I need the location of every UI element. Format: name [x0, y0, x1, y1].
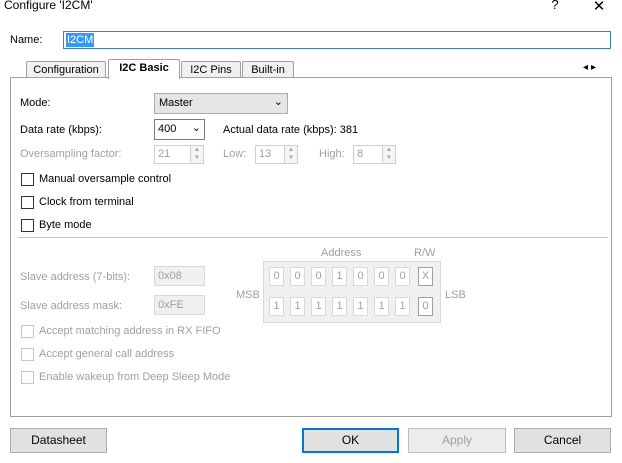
slave-address-label: Slave address (7-bits): [20, 271, 131, 283]
bit-cell: 0 [269, 267, 284, 286]
bit-cell: 1 [332, 267, 347, 286]
title-bar: Configure 'I2CM' ? ✕ [0, 0, 622, 15]
rw-bit-cell: X [418, 267, 433, 286]
name-value: I2CM [66, 33, 95, 47]
slave-mask-value: 0xFE [158, 299, 184, 311]
chevron-down-icon: ⌄ [273, 96, 283, 108]
cancel-button[interactable]: Cancel [514, 428, 611, 453]
bit-cell: 1 [353, 297, 368, 316]
address-header: Address [321, 247, 362, 259]
window-title: Configure 'I2CM' [4, 0, 93, 12]
oversampling-spinner[interactable]: 21 ▲ ▼ [154, 145, 204, 164]
clock-from-terminal-label: Clock from terminal [39, 196, 134, 208]
bit-cell: 0 [353, 267, 368, 286]
byte-mode-checkbox[interactable] [21, 219, 34, 232]
tab-strip: Configuration I2C Basic I2C Pins Built-i… [10, 59, 610, 79]
name-label: Name: [10, 34, 43, 46]
low-value: 13 [259, 148, 272, 160]
bit-cell: 0 [290, 267, 305, 286]
bit-cell: 1 [269, 297, 284, 316]
byte-mode-label: Byte mode [39, 219, 92, 231]
spinner-arrows-icon[interactable]: ▲ ▼ [382, 146, 395, 163]
address-bit-grid: 0 0 0 1 0 0 0 X 1 1 1 1 1 1 1 0 [263, 261, 441, 323]
high-value: 8 [357, 148, 364, 160]
tab-scroll-right-icon[interactable]: ▸ [591, 62, 599, 73]
slave-address-field: 0x08 [154, 266, 205, 286]
datasheet-button[interactable]: Datasheet [10, 428, 107, 453]
mode-value: Master [159, 97, 193, 109]
bit-cell: 0 [395, 267, 410, 286]
manual-oversample-checkbox[interactable] [21, 173, 34, 186]
mode-label: Mode: [20, 97, 51, 109]
name-input[interactable]: I2CM [63, 31, 611, 49]
rw-header: R/W [414, 247, 436, 259]
spinner-arrows-icon[interactable]: ▲ ▼ [284, 146, 297, 163]
mode-select[interactable]: Master ⌄ [154, 93, 288, 114]
tab-i2c-pins[interactable]: I2C Pins [181, 61, 241, 78]
bit-cell: 1 [332, 297, 347, 316]
actual-data-rate: Actual data rate (kbps): 381 [223, 124, 359, 136]
rw-bit-cell: 0 [418, 297, 433, 316]
msb-label: MSB [236, 289, 260, 301]
data-rate-label: Data rate (kbps): [20, 124, 102, 136]
accept-general-call-checkbox[interactable] [21, 348, 34, 361]
clock-from-terminal-checkbox[interactable] [21, 196, 34, 209]
bit-cell: 0 [311, 267, 326, 286]
spinner-arrows-icon[interactable]: ▲ ▼ [190, 146, 203, 163]
tab-configuration[interactable]: Configuration [26, 61, 106, 78]
high-label: High: [319, 148, 345, 160]
tab-i2c-basic[interactable]: I2C Basic [108, 59, 180, 79]
apply-button[interactable]: Apply [408, 428, 506, 453]
slave-mask-field: 0xFE [154, 295, 205, 315]
tab-scroll-arrows[interactable]: ◂▸ [583, 62, 599, 73]
lsb-label: LSB [445, 289, 466, 301]
bit-cell: 1 [311, 297, 326, 316]
slave-address-value: 0x08 [158, 270, 182, 282]
bit-cell: 1 [290, 297, 305, 316]
data-rate-combo[interactable]: 400 ⌄ [154, 119, 205, 140]
low-label: Low: [223, 148, 247, 160]
enable-wakeup-label: Enable wakeup from Deep Sleep Mode [39, 371, 231, 383]
oversampling-value: 21 [158, 148, 171, 160]
close-button[interactable]: ✕ [589, 0, 609, 15]
help-button[interactable]: ? [545, 0, 565, 12]
oversampling-label: Oversampling factor: [20, 148, 122, 160]
accept-matching-address-label: Accept matching address in RX FIFO [39, 325, 221, 337]
ok-button[interactable]: OK [302, 428, 399, 453]
accept-general-call-label: Accept general call address [39, 348, 175, 360]
manual-oversample-label: Manual oversample control [39, 173, 172, 185]
low-spinner[interactable]: 13 ▲ ▼ [255, 145, 298, 164]
tab-scroll-left-icon[interactable]: ◂ [583, 62, 591, 73]
bit-cell: 0 [374, 267, 389, 286]
high-spinner[interactable]: 8 ▲ ▼ [353, 145, 396, 164]
enable-wakeup-checkbox[interactable] [21, 371, 34, 384]
chevron-down-icon[interactable]: ⌄ [192, 121, 201, 134]
tab-built-in[interactable]: Built-in [242, 61, 294, 78]
section-divider [18, 237, 608, 238]
accept-matching-address-checkbox[interactable] [21, 325, 34, 338]
slave-mask-label: Slave address mask: [20, 300, 123, 312]
data-rate-value: 400 [158, 123, 177, 135]
bit-cell: 1 [395, 297, 410, 316]
bit-cell: 1 [374, 297, 389, 316]
